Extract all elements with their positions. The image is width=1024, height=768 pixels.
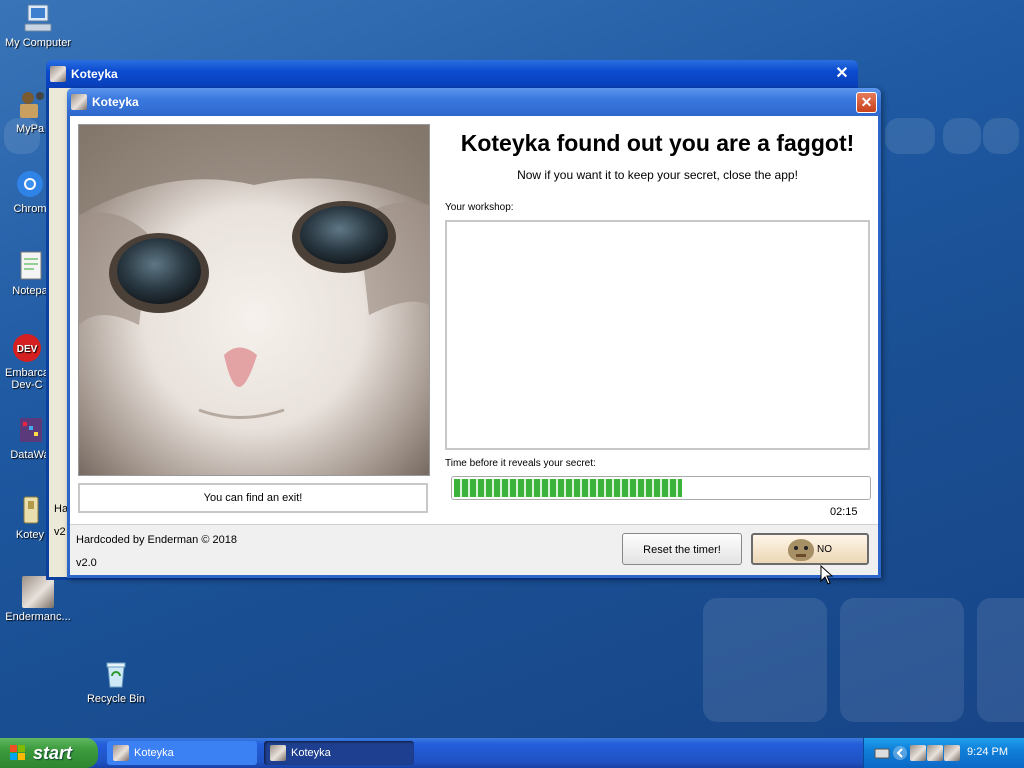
subheadline: Now if you want it to keep your secret, … (517, 168, 798, 182)
app-icon (113, 745, 129, 761)
cat-photo-icon (22, 576, 54, 608)
wallpaper-tile (977, 598, 1024, 722)
close-button[interactable]: ✕ (856, 92, 877, 113)
bald-face-icon (788, 539, 814, 561)
windows-logo-icon (10, 745, 26, 761)
koteyka-window[interactable]: Koteyka ✕ You can find an exit! Koteyka … (67, 88, 881, 578)
wallpaper-tile (983, 118, 1019, 154)
version-text: v2.0 (76, 557, 97, 569)
no-button[interactable]: NO (751, 533, 869, 565)
footer-panel: Hardcoded by Enderman © 2018 v2.0 Reset … (70, 525, 878, 575)
cat-photo (78, 124, 430, 476)
koteyka-exe-icon (14, 494, 46, 526)
chrome-icon (14, 168, 46, 200)
app-icon (71, 94, 87, 110)
workshop-textbox[interactable] (445, 220, 870, 450)
mouse-pointer-icon (820, 564, 834, 588)
taskbar-button-koteyka-active[interactable]: Koteyka (264, 741, 414, 765)
no-button-label: NO (817, 544, 832, 555)
timer-value: 02:15 (830, 506, 858, 518)
wallpaper-tile (703, 598, 827, 722)
datawave-icon (14, 414, 46, 446)
workshop-label: Your workshop: (445, 202, 514, 213)
desktop-icon-recycle-bin[interactable]: Recycle Bin (78, 658, 154, 705)
app-icon (270, 745, 286, 761)
svg-text:DEV: DEV (17, 344, 38, 355)
desktop-icon-my-computer[interactable]: My Computer (0, 2, 76, 49)
system-tray: 9:24 PM (863, 738, 1024, 768)
notepad-icon (14, 250, 46, 282)
app-icon (50, 66, 66, 82)
credit-text: Hardcoded by Enderman © 2018 (76, 534, 237, 546)
taskbar: start Koteyka Koteyka 9:24 PM (0, 738, 1024, 768)
computer-icon (22, 2, 54, 34)
taskbar-button-label: Koteyka (134, 747, 174, 759)
recycle-bin-icon (100, 658, 132, 690)
close-button[interactable]: ✕ (832, 64, 852, 84)
window-title: Koteyka (92, 95, 139, 109)
clock: 9:24 PM (967, 746, 1008, 758)
devcpp-icon: DEV (11, 332, 43, 364)
progress-fill (454, 479, 682, 497)
taskbar-button-koteyka[interactable]: Koteyka (107, 741, 257, 765)
wallpaper-tile (885, 118, 935, 154)
tray-app-icon[interactable] (910, 745, 926, 761)
chevron-left-icon[interactable] (892, 745, 908, 761)
start-label: start (33, 743, 73, 763)
reset-timer-button[interactable]: Reset the timer! (622, 533, 742, 565)
window-client: You can find an exit! Koteyka found out … (70, 116, 878, 575)
desktop-icon-label: Endermanc... (5, 611, 71, 623)
desktop-icon-label: My Computer (4, 37, 72, 49)
hint-text: You can find an exit! (78, 483, 428, 513)
desktop-icon-endermanch[interactable]: Endermanc... (0, 576, 76, 623)
start-button[interactable]: start (0, 738, 98, 768)
timer-label: Time before it reveals your secret: (445, 458, 596, 469)
keyboard-icon[interactable] (874, 745, 890, 761)
window-titlebar[interactable]: Koteyka (67, 88, 881, 116)
folder-shortcut-icon (14, 88, 46, 120)
wallpaper-tile (943, 118, 981, 154)
wallpaper-tile (840, 598, 964, 722)
tray-app-icon[interactable] (927, 745, 943, 761)
version-text-fragment: v2 (54, 526, 66, 538)
timer-progress-bar (451, 476, 871, 500)
window-title: Koteyka (71, 67, 118, 81)
credit-text-fragment: Ha (54, 503, 69, 515)
desktop-icon-label: Recycle Bin (86, 693, 146, 705)
taskbar-button-label: Koteyka (291, 747, 331, 759)
headline: Koteyka found out you are a faggot! (460, 130, 855, 156)
tray-app-icon[interactable] (944, 745, 960, 761)
window-titlebar[interactable]: Koteyka (46, 60, 858, 88)
